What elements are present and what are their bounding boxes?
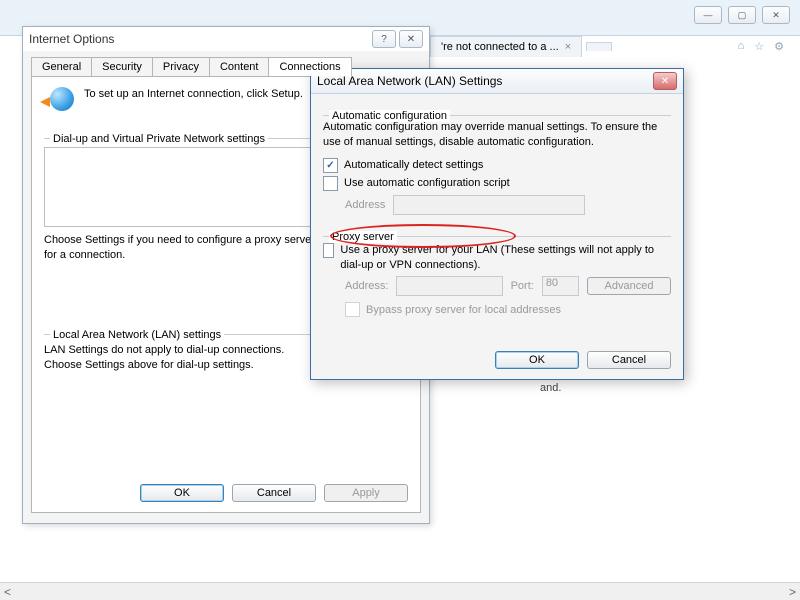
auto-config-label: Automatic configuration bbox=[329, 110, 450, 122]
lan-settings-dialog: Local Area Network (LAN) Settings ✕ Auto… bbox=[310, 68, 684, 380]
use-script-checkbox[interactable] bbox=[323, 176, 338, 191]
cancel-button[interactable]: Cancel bbox=[587, 351, 671, 369]
use-script-label: Use automatic configuration script bbox=[344, 177, 510, 189]
window-maximize-button[interactable]: ▢ bbox=[728, 6, 756, 24]
bypass-label: Bypass proxy server for local addresses bbox=[366, 304, 561, 316]
help-button[interactable]: ? bbox=[372, 30, 396, 48]
dialup-group-label: Dial-up and Virtual Private Network sett… bbox=[50, 133, 268, 145]
home-icon[interactable]: ⌂ bbox=[738, 40, 745, 53]
favorites-icon[interactable]: ☆ bbox=[754, 40, 764, 53]
proxy-port-label: Port: bbox=[511, 280, 534, 292]
apply-button: Apply bbox=[324, 484, 408, 502]
dialog-title: Local Area Network (LAN) Settings bbox=[317, 74, 653, 88]
window-minimize-button[interactable]: — bbox=[694, 6, 722, 24]
auto-config-text: Automatic configuration may override man… bbox=[323, 120, 671, 150]
use-proxy-label: Use a proxy server for your LAN (These s… bbox=[340, 243, 671, 273]
advanced-button: Advanced bbox=[587, 277, 671, 295]
proxy-address-label: Address: bbox=[345, 280, 388, 292]
tools-icon[interactable]: ⚙ bbox=[774, 40, 784, 53]
bypass-checkbox bbox=[345, 302, 360, 317]
browser-tab[interactable]: 're not connected to a ... × bbox=[430, 36, 582, 57]
setup-text: To set up an Internet connection, click … bbox=[84, 87, 303, 102]
script-address-input bbox=[393, 195, 585, 215]
ok-button[interactable]: OK bbox=[495, 351, 579, 369]
close-icon[interactable]: × bbox=[565, 41, 571, 53]
close-button[interactable]: ✕ bbox=[653, 72, 677, 90]
globe-icon bbox=[44, 87, 74, 117]
proxy-port-input: 80 bbox=[542, 276, 579, 296]
auto-detect-checkbox[interactable] bbox=[323, 158, 338, 173]
auto-detect-label: Automatically detect settings bbox=[344, 159, 483, 171]
lan-note: LAN Settings do not apply to dial-up con… bbox=[44, 343, 304, 373]
tab-connections[interactable]: Connections bbox=[268, 57, 351, 76]
ok-button[interactable]: OK bbox=[140, 484, 224, 502]
choose-settings-text: Choose Settings if you need to configure… bbox=[44, 233, 324, 263]
proxy-label: Proxy server bbox=[329, 231, 397, 243]
tab-content[interactable]: Content bbox=[209, 57, 270, 76]
lan-group-label: Local Area Network (LAN) settings bbox=[50, 329, 224, 341]
tab-general[interactable]: General bbox=[31, 57, 92, 76]
horizontal-scrollbar[interactable]: <> bbox=[0, 582, 800, 600]
dialog-title: Internet Options bbox=[29, 32, 369, 46]
page-text-fragment: and. bbox=[540, 382, 561, 394]
close-button[interactable]: ✕ bbox=[399, 30, 423, 48]
proxy-address-input bbox=[396, 276, 502, 296]
address-label: Address bbox=[345, 199, 385, 211]
new-tab-button[interactable] bbox=[586, 42, 612, 51]
window-close-button[interactable]: ✕ bbox=[762, 6, 790, 24]
tab-privacy[interactable]: Privacy bbox=[152, 57, 210, 76]
cancel-button[interactable]: Cancel bbox=[232, 484, 316, 502]
use-proxy-checkbox[interactable] bbox=[323, 243, 334, 258]
tab-security[interactable]: Security bbox=[91, 57, 153, 76]
browser-tab-label: 're not connected to a ... bbox=[441, 41, 559, 53]
